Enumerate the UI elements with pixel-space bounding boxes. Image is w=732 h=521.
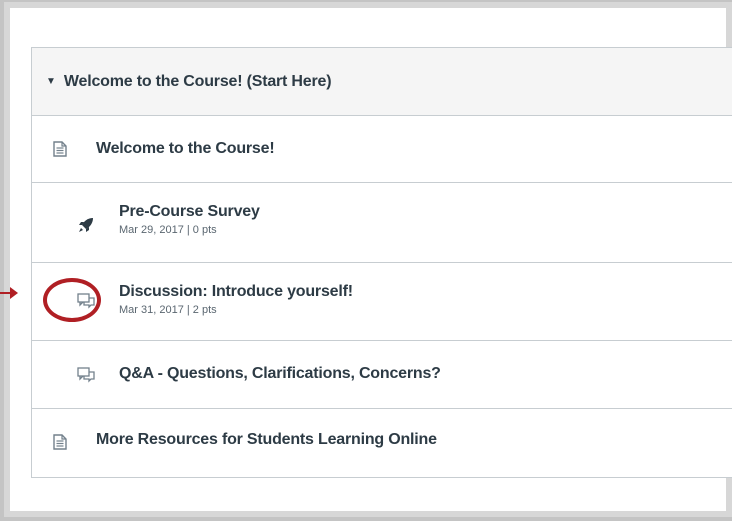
item-meta: Mar 29, 2017 | 0 pts — [119, 224, 217, 236]
module-item-discussion-introduce[interactable]: Discussion: Introduce yourself! Mar 31, … — [32, 263, 732, 341]
item-title[interactable]: Q&A - Questions, Clarifications, Concern… — [119, 365, 441, 383]
module-title: Welcome to the Course! (Start Here) — [63, 72, 332, 90]
module-item-more-resources[interactable]: More Resources for Students Learning Onl… — [32, 409, 732, 475]
module-item-survey[interactable]: Pre-Course Survey Mar 29, 2017 | 0 pts — [32, 183, 732, 263]
item-title[interactable]: Discussion: Introduce yourself! — [119, 283, 353, 301]
course-module: ▼ Welcome to the Course! (Start Here) We… — [31, 47, 732, 478]
item-meta: Mar 31, 2017 | 2 pts — [119, 304, 217, 316]
caret-down-icon[interactable]: ▼ — [46, 76, 56, 87]
module-item-welcome[interactable]: Welcome to the Course! — [32, 116, 732, 183]
page-icon — [50, 432, 70, 452]
module-item-discussion-qa[interactable]: Q&A - Questions, Clarifications, Concern… — [32, 341, 732, 409]
item-title[interactable]: Welcome to the Course! — [96, 140, 275, 158]
discussion-icon — [76, 365, 96, 385]
module-header[interactable]: ▼ Welcome to the Course! (Start Here) — [32, 48, 732, 116]
quiz-rocket-icon — [76, 215, 96, 235]
page-icon — [50, 139, 70, 159]
annotation-arrow-icon — [0, 287, 18, 299]
item-title[interactable]: Pre-Course Survey — [119, 203, 260, 221]
annotation-highlight-circle — [43, 278, 101, 322]
item-title[interactable]: More Resources for Students Learning Onl… — [96, 431, 437, 449]
